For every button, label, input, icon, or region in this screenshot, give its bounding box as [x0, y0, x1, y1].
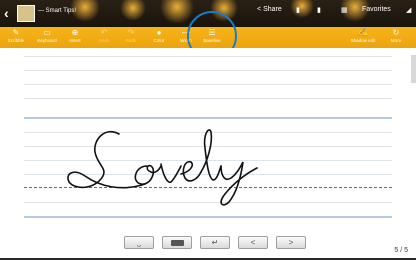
redo-button[interactable]: ↷ Redo	[116, 27, 146, 48]
shadow-edit-label: Shadow edit	[350, 38, 376, 43]
scribble-button[interactable]: ✎ Scribble	[1, 27, 31, 48]
scrollbar[interactable]	[411, 55, 416, 83]
ruled-line	[24, 98, 392, 99]
undo-button[interactable]: ↶ Undo	[89, 27, 119, 48]
share-label: Share	[263, 6, 282, 13]
signal-icon: ◢	[406, 7, 412, 14]
ruled-line	[24, 84, 392, 85]
chevron-left-icon[interactable]: ‹	[4, 5, 9, 21]
favorites-button[interactable]: Favorites	[362, 6, 391, 13]
redo-icon: ↷	[127, 28, 135, 37]
share-button[interactable]: < Share	[257, 6, 282, 13]
backspace-icon	[170, 239, 184, 246]
color-icon: ●	[156, 28, 162, 37]
more-label: More	[390, 38, 402, 43]
keyboard-button[interactable]: ▭ Keyboard	[32, 27, 62, 48]
more-icon: ↻	[392, 28, 400, 37]
more-button[interactable]: ↻ More	[381, 27, 411, 48]
background-bokeh	[290, 0, 314, 18]
writing-canvas[interactable]	[0, 48, 416, 260]
background-bokeh	[160, 0, 194, 24]
backspace-key[interactable]	[162, 236, 192, 249]
shadow-edit-icon: ✍	[358, 28, 368, 37]
handwriting-lovely	[67, 129, 258, 206]
keyboard-label: Keyboard	[37, 38, 57, 43]
ruled-line	[24, 56, 392, 57]
ruled-line	[24, 70, 392, 71]
background-bokeh	[120, 0, 146, 21]
color-label: Color	[153, 38, 165, 43]
note-thumbnail[interactable]	[17, 5, 35, 22]
insert-button[interactable]: ⊕ Insert	[60, 27, 90, 48]
insert-icon: ⊕	[71, 28, 79, 37]
redo-label: Redo	[125, 38, 137, 43]
shadow-edit-button[interactable]: ✍ Shadow edit	[344, 27, 382, 48]
note-title: — Smart Tips!	[38, 8, 77, 14]
undo-icon: ↶	[100, 28, 108, 37]
insert-label: Insert	[69, 38, 81, 43]
left-arrow-key[interactable]: <	[238, 236, 268, 249]
baseline-band-top	[24, 117, 392, 119]
scribble-icon: ✎	[12, 28, 20, 37]
document-icon[interactable]: ▮	[317, 6, 321, 14]
share-icon: <	[257, 6, 262, 13]
baseline-band-bottom	[24, 216, 392, 218]
keyboard-icon: ▭	[43, 28, 51, 37]
color-button[interactable]: ● Color	[144, 27, 174, 48]
space-key[interactable]: ⎵	[124, 236, 154, 249]
right-arrow-key[interactable]: >	[276, 236, 306, 249]
scribble-label: Scribble	[7, 38, 25, 43]
page-indicator: 5 / 5	[394, 247, 408, 254]
edit-keys: ⎵ ↵ < >	[124, 236, 306, 249]
favorites-label: Favorites	[362, 6, 391, 13]
undo-label: Undo	[98, 38, 110, 43]
save-icon[interactable]: ▮	[296, 6, 300, 14]
grid-icon[interactable]: ▦	[341, 6, 348, 14]
enter-key[interactable]: ↵	[200, 236, 230, 249]
